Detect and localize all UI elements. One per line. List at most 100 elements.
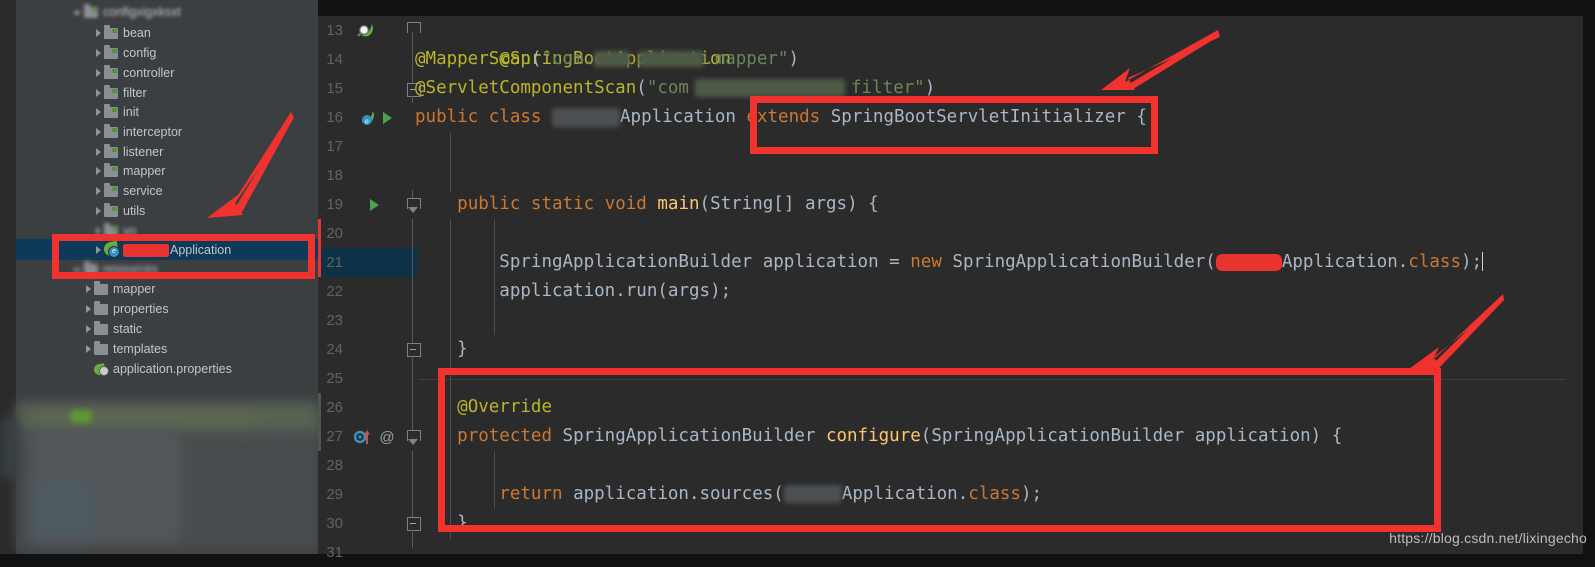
tree-item-root-package[interactable]: configxigxksxt [16,2,318,22]
editor-line-16[interactable]: 16 e public class Application extends Sp… [318,103,1583,132]
editor-line-14[interactable]: 14 @MapperScan("com. .mapper") [318,45,1583,74]
editor-line-20[interactable]: 20 [318,219,1583,248]
gutter-icon-group[interactable]: e [356,103,395,132]
editor-line-26[interactable]: 26 @Override [318,393,1583,422]
chevron-right-icon[interactable] [78,302,94,316]
tree-item-resources-templates[interactable]: templates [16,339,318,359]
tree-item-application-properties[interactable]: application.properties [16,359,318,379]
gutter-icon-group[interactable]: @ [354,422,396,451]
chevron-right-icon[interactable] [88,86,104,100]
chevron-right-icon[interactable] [78,282,94,296]
chevron-down-icon[interactable] [68,5,84,19]
editor-line-21[interactable]: 21 SpringApplicationBuilder application … [318,248,1583,277]
watermark-text: https://blog.csdn.net/lixingecho [1389,530,1587,546]
editor-line-17[interactable]: 17 [318,132,1583,161]
editor-line-28[interactable]: 28 [318,451,1583,480]
tree-item-resources[interactable]: resources [16,259,318,279]
folder-icon [104,162,118,177]
chevron-right-icon[interactable] [88,184,104,198]
gutter-icon-group[interactable] [356,16,376,45]
chevron-right-icon[interactable] [88,145,104,159]
editor-line-25[interactable]: 25 [318,364,1583,393]
run-triangle-icon[interactable] [366,197,382,213]
chevron-right-icon[interactable] [88,66,104,80]
editor-line-29[interactable]: 29 return application.sources(Applicatio… [318,480,1583,509]
type-token: SpringApplicationBuilder [952,252,1206,272]
chevron-right-icon[interactable] [88,46,104,60]
line-number: 28 [326,457,343,474]
chevron-right-icon[interactable] [88,224,104,238]
keyword-public: public [457,194,521,214]
paren: ( [773,484,784,504]
tree-item-label: templates [113,342,168,356]
tree-item-service[interactable]: service [16,181,318,201]
paren: ( [920,426,932,446]
annotation-at-icon[interactable]: @ [378,428,396,446]
editor-line-19[interactable]: 19 public static void main(String[] args… [318,190,1583,219]
chevron-right-icon[interactable] [88,105,104,119]
tree-item-label: filter [123,86,147,100]
overriding-method-icon[interactable] [354,428,374,446]
tree-item-listener[interactable]: listener [16,142,318,162]
string-token: filter" [850,78,925,98]
redacted-package-segment [594,51,631,67]
editor-line-18[interactable]: 18 [318,161,1583,190]
chevron-right-icon[interactable] [78,342,94,356]
tree-item-init[interactable]: init [16,102,318,122]
folder-icon [84,3,98,18]
editor-line-24[interactable]: 24 } [318,335,1583,364]
chevron-right-icon[interactable] [88,243,104,257]
line-number: 31 [326,544,343,561]
tree-item-bean[interactable]: bean [16,23,318,43]
chevron-right-icon[interactable] [88,164,104,178]
tree-item-label: service [123,184,163,198]
annotation-token: @MapperScan [415,49,531,69]
tree-item-resources-static[interactable]: static [16,319,318,339]
chevron-down-icon[interactable] [68,262,84,276]
project-tree-panel[interactable]: configxigxksxt bean config controller fi… [0,0,318,554]
brace-open: { [1331,426,1343,446]
chevron-right-icon[interactable] [88,204,104,218]
text-caret [1482,252,1484,271]
string-token: "com [646,78,689,98]
tree-item-filter[interactable]: filter [16,83,318,103]
folder-icon [104,182,118,197]
tree-item-application-class[interactable]: e Application [16,239,318,260]
tree-item-utils[interactable]: utils [16,201,318,221]
indent-guide [494,219,495,335]
chevron-right-icon[interactable] [88,26,104,40]
line-number: 15 [326,80,343,97]
chevron-right-icon[interactable] [78,322,94,336]
tree-item-interceptor[interactable]: interceptor [16,122,318,142]
keyword-class-literal: class [968,484,1021,504]
code-editor[interactable]: 13 @SpringBootApplication [318,16,1583,561]
editor-line-15[interactable]: 15 @ServletComponentScan("com filter") [318,74,1583,103]
method-name-main: main [657,194,700,214]
tree-item-label: Application [170,242,232,257]
variable-token: application [573,484,689,504]
tree-item-label: listener [123,145,164,159]
chevron-right-icon[interactable] [88,125,104,139]
spring-bean-search-icon[interactable] [356,21,376,41]
param-type: SpringApplicationBuilder [931,426,1185,446]
editor-right-margin[interactable] [1565,16,1583,554]
tree-item-config[interactable]: config [16,43,318,63]
spring-boot-run-icon[interactable]: e [356,108,376,128]
tree-item-resources-properties[interactable]: properties [16,299,318,319]
gutter-23: 23 [318,306,415,335]
editor-line-23[interactable]: 23 [318,306,1583,335]
editor-line-27[interactable]: 27 @ protected SpringApplicationBuilder … [318,422,1583,451]
blurred-tree-region [34,480,94,540]
line-number: 30 [326,515,343,532]
tree-item-controller[interactable]: controller [16,63,318,83]
line-number: 16 [326,109,343,126]
svg-text:@: @ [379,429,394,446]
tree-item-vo[interactable]: vo [16,221,318,241]
tree-item-mapper[interactable]: mapper [16,161,318,181]
tree-item-resources-mapper[interactable]: mapper [16,279,318,299]
editor-line-13[interactable]: 13 @SpringBootApplication [318,16,1583,69]
run-triangle-icon[interactable] [379,110,395,126]
editor-line-22[interactable]: 22 application.run(args); [318,277,1583,306]
gutter-icon-group[interactable] [366,190,382,219]
method-name-configure: configure [825,426,921,446]
